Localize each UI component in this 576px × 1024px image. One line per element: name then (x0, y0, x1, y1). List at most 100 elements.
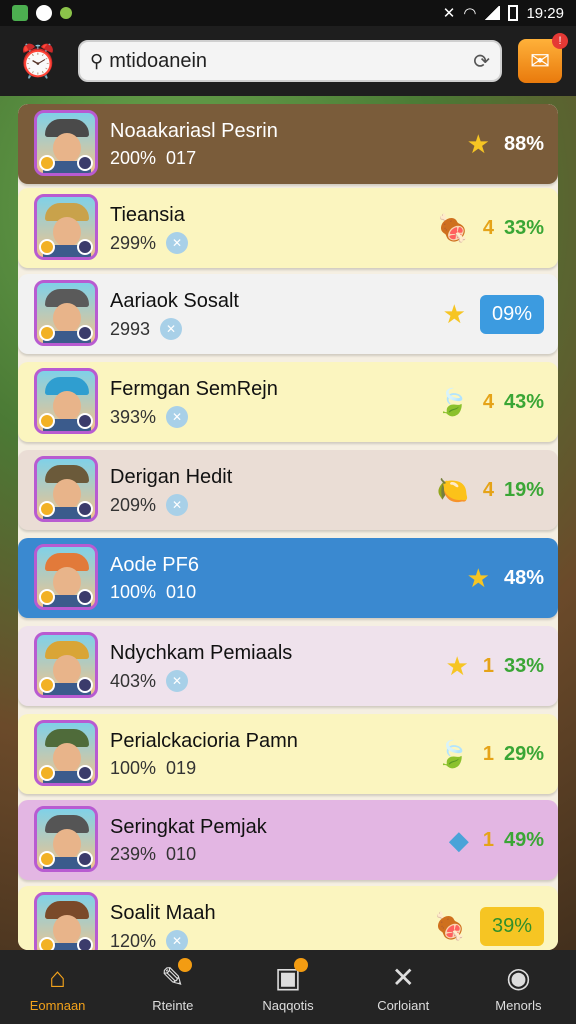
level-badge-icon (39, 501, 55, 517)
player-stats: 403% ✕ (110, 670, 189, 692)
level-badge-icon (39, 677, 55, 693)
score-text: 19% (503, 478, 544, 501)
list-item[interactable]: Aode PF6 100% 010 ★ 48% (18, 538, 558, 618)
player-stats: 100% 019 (110, 758, 196, 779)
score-text: 33% (503, 216, 544, 239)
score-value: 39% (479, 906, 544, 946)
tab-badge-icon (178, 958, 193, 972)
list-item[interactable]: Soalit Maah 120% ✕ 🍖 39% (18, 886, 558, 950)
info-chip-icon[interactable]: ✕ (166, 930, 189, 950)
player-stats: 393% ✕ (110, 406, 189, 428)
score-value: 4 33% (483, 217, 544, 240)
level-badge-icon (39, 589, 55, 605)
avatar (34, 632, 98, 698)
tab-3[interactable]: ▣ Naqqotis (230, 950, 345, 1024)
player-percent: 299% (110, 232, 157, 253)
tab-label: Rteinte (152, 998, 194, 1013)
player-stats: 120% ✕ (110, 930, 189, 951)
face-shape (53, 391, 81, 421)
class-badge-icon (77, 677, 93, 693)
tab-1[interactable]: ⌂ Eomnaan (0, 950, 115, 1024)
score-value: 4 43% (483, 391, 544, 414)
signal-icon (484, 6, 501, 20)
sync-icon (36, 5, 52, 21)
face-shape (53, 915, 81, 945)
notification-badge: ! (552, 33, 568, 49)
tab-4[interactable]: ✕ Corloiant (346, 950, 461, 1024)
list-item[interactable]: Derigan Hedit 209% ✕ 🍋 4 19% (18, 450, 558, 530)
score-text: 48% (503, 566, 544, 589)
tab-5[interactable]: ◉ Menorls (461, 950, 576, 1024)
player-percent: 120% (110, 930, 157, 951)
avatar (34, 280, 98, 346)
level-badge-icon (39, 765, 55, 781)
player-percent: 239% (110, 844, 157, 864)
tab-2[interactable]: ✎ Rteinte (115, 950, 230, 1024)
row-right: ★ 09% (443, 274, 544, 354)
face-shape (53, 743, 81, 773)
avatar (34, 456, 98, 522)
info-chip-icon[interactable]: ✕ (166, 670, 189, 692)
star-icon: ★ (442, 298, 466, 329)
score-text: 39% (491, 914, 532, 937)
leaf-icon: 🍃 (436, 738, 469, 769)
app-notification-icon (12, 5, 28, 21)
refresh-icon[interactable]: ⟳ (473, 49, 490, 74)
bottom-nav: ⌂ Eomnaan ✎ Rteinte ▣ Naqqotis ✕ Corloiant ◉ Meno… (0, 950, 576, 1024)
avatar (34, 806, 98, 872)
list-item[interactable]: Perialckacioria Pamn 100% 019 🍃 1 29% (18, 714, 558, 794)
search-bar[interactable]: ⚲ mtidoanein ⟳ (78, 40, 502, 82)
settings-icon: ◉ (506, 962, 531, 993)
list-item[interactable]: Tieansia 299% ✕ 🍖 4 33% (18, 188, 558, 268)
status-bar: ✕ ◠ 19:29 (0, 0, 576, 26)
player-list: Noaakariasl Pesrin 200% 017 ★ 88% Tieansia 299… (18, 104, 558, 950)
row-right: ★ 1 33% (446, 626, 544, 706)
player-code: 010 (166, 844, 197, 864)
info-chip-icon[interactable]: ✕ (166, 494, 189, 516)
player-name: Seringkat Pemjak (110, 816, 267, 838)
row-right: ★ 88% (467, 104, 544, 184)
class-badge-icon (77, 937, 93, 950)
notification-button[interactable]: ✉ ! (518, 33, 568, 83)
player-name: Soalit Maah (110, 902, 216, 924)
info-chip-icon[interactable]: ✕ (166, 406, 189, 428)
player-name: Derigan Hedit (110, 466, 233, 488)
search-input[interactable]: mtidoanein (109, 50, 467, 73)
player-stats: 200% 017 (110, 148, 196, 169)
list-item[interactable]: Noaakariasl Pesrin 200% 017 ★ 88% (18, 104, 558, 184)
class-badge-icon (77, 325, 93, 341)
tools-icon: ✕ (391, 962, 415, 993)
player-name: Aariaok Sosalt (110, 290, 239, 312)
list-item[interactable]: Seringkat Pemjak 239% 010 ◆ 1 49% (18, 800, 558, 880)
player-name: Ndychkam Pemiaals (110, 642, 293, 664)
score-value: 88% (504, 133, 544, 156)
list-item[interactable]: Fermgan SemRejn 393% ✕ 🍃 4 43% (18, 362, 558, 442)
row-right: ★ 48% (467, 538, 544, 618)
player-stats: 239% 010 (110, 844, 196, 865)
row-right: 🍋 4 19% (436, 450, 544, 530)
score-text: 29% (503, 742, 544, 765)
score-text: 43% (503, 390, 544, 413)
face-shape (53, 567, 81, 597)
score-digit: 4 (482, 478, 494, 501)
row-right: ◆ 1 49% (449, 800, 544, 880)
score-text: 49% (503, 828, 544, 851)
level-badge-icon (39, 851, 55, 867)
score-value: 48% (504, 567, 544, 590)
star-icon: ★ (466, 128, 490, 159)
score-digit: 1 (482, 654, 494, 677)
app-logo-icon[interactable]: ⏰ (14, 37, 62, 85)
info-chip-icon[interactable]: ✕ (166, 232, 189, 254)
player-percent: 100% (110, 582, 157, 602)
list-item[interactable]: Aariaok Sosalt 2993 ✕ ★ 09% (18, 274, 558, 354)
score-value: 4 19% (483, 479, 544, 502)
tab-label: Menorls (495, 998, 542, 1013)
player-code: 017 (166, 148, 197, 168)
info-chip-icon[interactable]: ✕ (160, 318, 183, 340)
level-badge-icon (39, 239, 55, 255)
player-name: Tieansia (110, 204, 185, 226)
avatar (34, 892, 98, 950)
class-badge-icon (77, 155, 93, 171)
score-digit: 4 (482, 216, 494, 239)
list-item[interactable]: Ndychkam Pemiaals 403% ✕ ★ 1 33% (18, 626, 558, 706)
